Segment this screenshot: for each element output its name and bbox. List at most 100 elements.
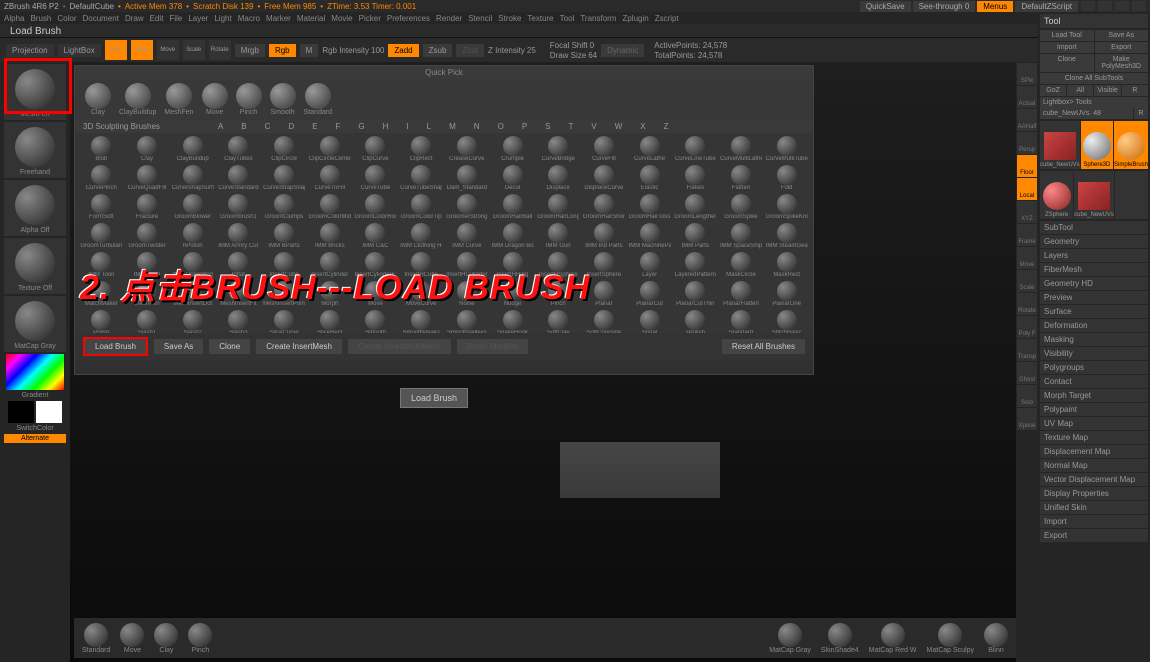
brush-groomhairtoss[interactable]: GroomHairToss [627,193,672,221]
brush-groomspike[interactable]: GroomSpike [719,193,764,221]
rotate-mode-button[interactable]: Rotate [209,40,231,60]
left-slot-freehand[interactable]: Freehand [4,122,66,178]
brush-slicerect[interactable]: SliceRect [307,309,352,333]
edit-button[interactable]: Edit [105,40,127,60]
left-slot-meshfen[interactable]: MeshFen [4,64,66,120]
section-display-properties[interactable]: Display Properties [1040,487,1148,500]
tool-thumb[interactable]: SimpleBrush [1114,121,1148,169]
brush-imm-bparts[interactable]: IMM BParts [262,222,307,250]
zadd-button[interactable]: Zadd [388,44,418,57]
close-icon[interactable] [1132,1,1146,11]
shelf-material-matcap-red-w[interactable]: MatCap Red W [869,623,917,654]
alpha-filter-p[interactable]: P [522,122,527,131]
brush-groomturbulance[interactable]: GroomTurbulance [79,222,124,250]
brush-flatten[interactable]: Flatten [719,164,764,192]
mrgb-button[interactable]: Mrgb [235,44,265,57]
brush-displacecurve[interactable]: DisplaceCurve [582,164,627,192]
brush-imm-steamgear[interactable]: IMM SteamGear [764,222,809,250]
brush-clipcircle[interactable]: ClipCircle [262,135,307,163]
m-button[interactable]: M [300,44,319,57]
clone-subtools-button[interactable]: Clone All SubTools [1040,73,1148,84]
section-vector-displacement-map[interactable]: Vector Displacement Map [1040,473,1148,486]
brush-curvestrapsnap[interactable]: CurveStrapSnap [262,164,307,192]
arrow-icon[interactable] [1081,1,1095,11]
brush-imm-ind-parts[interactable]: IMM Ind Parts [582,222,627,250]
brush-groomcolortip[interactable]: GroomColorTip [399,193,444,221]
brush-groomtwister[interactable]: GroomTwister [125,222,170,250]
draw-button[interactable]: Draw [131,40,153,60]
brush-layeredpattern[interactable]: LayeredPattern [673,251,718,279]
brush-curvelinetube[interactable]: CurveLineTube [673,135,718,163]
brush-planarline[interactable]: PlanarLine [764,280,809,308]
floor-button[interactable]: Floor [1017,155,1037,177]
brush-flakes[interactable]: Flakes [673,164,718,192]
alpha-filter-z[interactable]: Z [664,122,669,131]
brush-smoothpeaks[interactable]: SmoothPeaks [399,309,444,333]
brush-imm-bricks[interactable]: IMM Bricks [307,222,352,250]
shelf-brush-standard[interactable]: Standard [82,623,110,654]
menu-macro[interactable]: Macro [238,14,260,23]
brush-curvetube[interactable]: CurveTube [353,164,398,192]
brush-stitchbasic[interactable]: StitchBasic [764,309,809,333]
brush-curvetrifill[interactable]: CurveTriFill [307,164,352,192]
shelf-material-matcap-gray[interactable]: MatCap Gray [769,623,811,654]
rotate-button[interactable]: Rotate [1017,293,1037,315]
seethrough-slider[interactable]: See-through 0 [913,1,976,12]
local-button[interactable]: Local [1017,178,1037,200]
alpha-filter-f[interactable]: F [336,122,341,131]
menu-brush[interactable]: Brush [30,14,51,23]
alpha-filter-h[interactable]: H [383,122,389,131]
brush-curvesnapsurfs[interactable]: CurveSnapSurfs [170,164,215,192]
alpha-filter-v[interactable]: V [591,122,596,131]
tool-thumb[interactable]: cube_NewUVs [1040,121,1080,169]
section-deformation[interactable]: Deformation [1040,319,1148,332]
quickpick-claybuildup[interactable]: ClayBuildup [119,83,156,116]
draw-size[interactable]: Draw Size 64 [550,51,597,60]
section-visibility[interactable]: Visibility [1040,347,1148,360]
brush-maskrect[interactable]: MaskRect [764,251,809,279]
menu-alpha[interactable]: Alpha [4,14,24,23]
xpose-button[interactable]: Xpose [1017,408,1037,430]
projection-button[interactable]: Projection [6,44,54,57]
make-polymesh-button[interactable]: Make PolyMesh3D [1095,54,1149,72]
alpha-filter-d[interactable]: D [288,122,294,131]
brush-slash2[interactable]: Slash2 [170,309,215,333]
reset-brushes-button[interactable]: Reset All Brushes [722,339,805,354]
create-insertmesh-button[interactable]: Create InsertMesh [256,339,342,354]
brush-fold[interactable]: Fold [764,164,809,192]
tool-thumb-empty[interactable] [1115,171,1148,219]
section-geometry-hd[interactable]: Geometry HD [1040,277,1148,290]
section-preview[interactable]: Preview [1040,291,1148,304]
shelf-brush-clay[interactable]: Clay [154,623,178,654]
quickpick-clay[interactable]: Clay [85,83,111,116]
brush-crumple[interactable]: Crumple [490,135,535,163]
switchcolor-label[interactable]: SwitchColor [0,425,70,432]
goz-all-button[interactable]: All [1067,85,1093,96]
brush-curvefill[interactable]: CurveFill [582,135,627,163]
menu-transform[interactable]: Transform [580,14,616,23]
brush-imm-gun[interactable]: IMM Gun [536,222,581,250]
brush-curvepinch[interactable]: CurvePinch [79,164,124,192]
menu-picker[interactable]: Picker [359,14,381,23]
brush-planarcutthin[interactable]: PlanarCutThin [673,280,718,308]
brush-imm-machinepar[interactable]: IMM MachinePar [627,222,672,250]
lightbox-button[interactable]: LightBox [58,44,101,57]
section-export[interactable]: Export [1040,529,1148,542]
goz-r-button[interactable]: R [1122,85,1148,96]
alpha-filter-t[interactable]: T [569,122,574,131]
brush-clipcurve[interactable]: ClipCurve [353,135,398,163]
quickpick-meshfen[interactable]: MeshFen [164,83,193,116]
menu-zplugin[interactable]: Zplugin [622,14,648,23]
alpha-filter-b[interactable]: B [241,122,246,131]
section-morph-target[interactable]: Morph Target [1040,389,1148,402]
menu-tool[interactable]: Tool [560,14,575,23]
brush-maskcircle[interactable]: MaskCircle [719,251,764,279]
alpha-filter-a[interactable]: A [218,122,223,131]
section-polypaint[interactable]: Polypaint [1040,403,1148,416]
alpha-filter-o[interactable]: O [498,122,504,131]
brush-softclay[interactable]: SoftClay [536,309,581,333]
brush-slash3[interactable]: Slash3 [216,309,261,333]
brush-curvetubesnap[interactable]: CurveTubeSnap [399,164,444,192]
section-subtool[interactable]: SubTool [1040,221,1148,234]
brush-smoothvalleys[interactable]: SmoothValleys [445,309,490,333]
